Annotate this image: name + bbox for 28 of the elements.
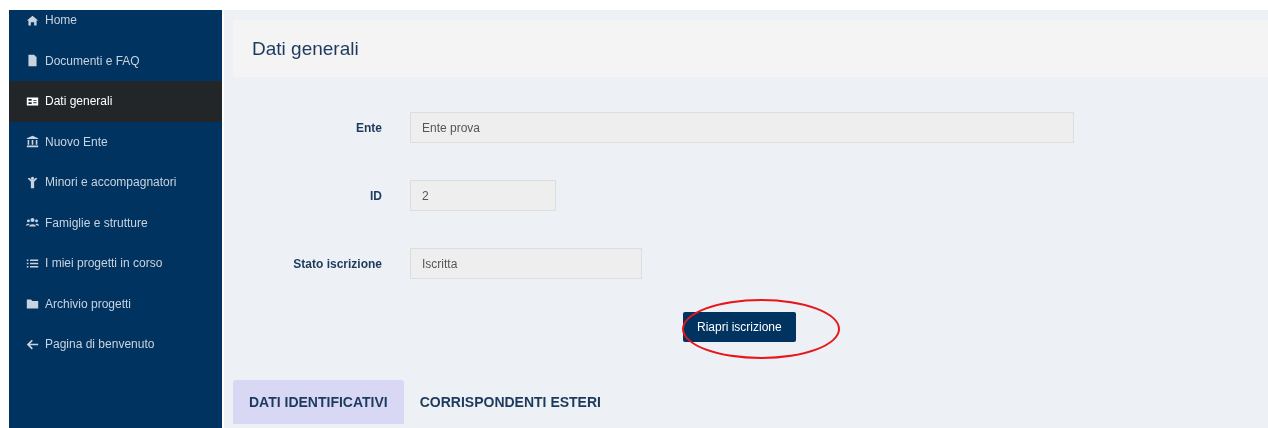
bank-icon: [26, 135, 39, 149]
sidebar-item[interactable]: Home: [9, 10, 222, 41]
document-icon: [26, 54, 39, 68]
tab[interactable]: DATI IDENTIFICATIVI: [233, 380, 404, 424]
sidebar-item[interactable]: Archivio progetti: [9, 283, 222, 324]
tab[interactable]: CORRISPONDENTI ESTERI: [403, 380, 617, 424]
folder-icon: [26, 297, 39, 311]
list-icon: [26, 256, 39, 270]
sidebar-item[interactable]: Dati generali: [9, 81, 222, 122]
text-field[interactable]: Ente prova: [410, 112, 1074, 143]
field-label: Stato iscrizione: [292, 256, 382, 271]
field-label: ID: [369, 188, 382, 203]
page-title: Dati generali: [233, 20, 1268, 77]
sidebar-item[interactable]: Pagina di benvenuto: [9, 324, 222, 365]
sidebar-item[interactable]: Documenti e FAQ: [9, 40, 222, 81]
id-card-icon: [26, 94, 39, 108]
sidebar-item[interactable]: I miei progetti in corso: [9, 243, 222, 284]
child-icon: [26, 175, 39, 189]
text-field[interactable]: 2: [410, 180, 556, 211]
users-icon: [26, 216, 39, 230]
sidebar-item[interactable]: Famiglie e strutture: [9, 202, 222, 243]
sidebar-item[interactable]: Nuovo Ente: [9, 121, 222, 162]
field-label: Ente: [355, 120, 382, 135]
reopen-button[interactable]: Riapri iscrizione: [683, 312, 796, 342]
arrow-left-icon: [26, 337, 39, 351]
house-icon: [26, 13, 39, 27]
sidebar-item[interactable]: Minori e accompagnatori: [9, 162, 222, 203]
text-field[interactable]: Iscritta: [410, 248, 642, 279]
